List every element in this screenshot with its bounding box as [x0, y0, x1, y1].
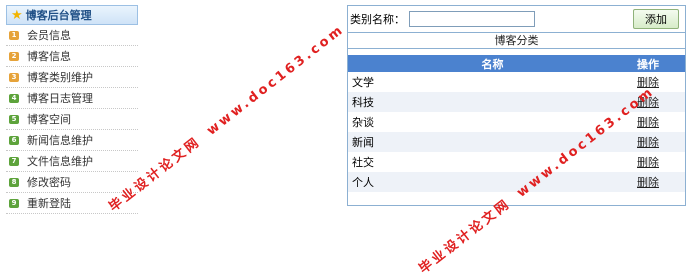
category-name-cell: 科技 — [348, 92, 637, 112]
sidebar-menu: 1 会员信息 2 博客信息 3 博客类别维护 4 博客日志管理 5 博客空间 6 新闻信息维护 7 文件信… — [6, 25, 138, 214]
sidebar-title: 博客后台管理 — [25, 9, 92, 22]
category-table: 名称 操作 文学 删除 科技 删除 杂谈 删除 新闻 删除 社交 删除 个人 删除 — [348, 55, 685, 192]
star-icon: ★ — [11, 7, 23, 23]
number-badge-icon: 5 — [9, 114, 19, 124]
sidebar-header: ★ 博客后台管理 — [6, 5, 138, 25]
sidebar-item-label: 文件信息维护 — [27, 155, 93, 168]
column-header-name: 名称 — [348, 55, 637, 72]
sidebar-item-label: 修改密码 — [27, 176, 71, 189]
sidebar-item[interactable]: 2 博客信息 — [6, 46, 138, 67]
category-name-input[interactable] — [409, 11, 535, 27]
sidebar: ★ 博客后台管理 1 会员信息 2 博客信息 3 博客类别维护 4 博客日志管理 5 博客空间 6 新… — [6, 5, 138, 214]
action-cell: 删除 — [637, 112, 685, 132]
delete-link[interactable]: 删除 — [637, 176, 659, 189]
sidebar-item[interactable]: 5 博客空间 — [6, 109, 138, 130]
table-row: 社交 删除 — [348, 152, 685, 172]
sidebar-item[interactable]: 3 博客类别维护 — [6, 67, 138, 88]
delete-link[interactable]: 删除 — [637, 156, 659, 169]
add-button[interactable]: 添加 — [633, 9, 679, 29]
category-name-cell: 社交 — [352, 156, 374, 169]
sidebar-item-label: 会员信息 — [27, 29, 71, 42]
category-name-label: 类别名称： — [350, 13, 405, 26]
add-category-bar: 类别名称： 添加 — [348, 6, 685, 32]
column-header-action: 操作 — [637, 55, 685, 72]
number-badge-icon: 2 — [9, 51, 19, 61]
sidebar-item[interactable]: 7 文件信息维护 — [6, 151, 138, 172]
number-badge-icon: 9 — [9, 198, 19, 208]
number-badge-icon: 4 — [9, 93, 19, 103]
number-badge-icon: 6 — [9, 135, 19, 145]
number-badge-icon: 1 — [9, 30, 19, 40]
watermark-text: 毕业设计论文网 — [416, 196, 514, 277]
sidebar-item-label: 博客空间 — [27, 113, 71, 126]
action-cell: 删除 — [637, 152, 685, 172]
table-row: 杂谈 删除 — [348, 112, 685, 132]
delete-link[interactable]: 删除 — [637, 116, 659, 129]
table-caption: 博客分类 — [348, 32, 685, 49]
action-cell: 删除 — [637, 172, 685, 192]
number-badge-icon: 7 — [9, 156, 19, 166]
delete-link[interactable]: 删除 — [637, 136, 659, 149]
sidebar-item-label: 重新登陆 — [27, 197, 71, 210]
watermark-url: www.doc163.com — [204, 21, 348, 139]
sidebar-item[interactable]: 1 会员信息 — [6, 25, 138, 46]
sidebar-item-label: 新闻信息维护 — [27, 134, 93, 147]
sidebar-item[interactable]: 6 新闻信息维护 — [6, 130, 138, 151]
table-header-row: 名称 操作 — [348, 55, 685, 72]
watermark: 毕业设计论文网www.doc163.com — [104, 19, 348, 215]
action-cell: 删除 — [637, 132, 685, 152]
category-name-cell: 文学 — [352, 76, 374, 89]
number-badge-icon: 8 — [9, 177, 19, 187]
table-row: 新闻 删除 — [348, 132, 685, 152]
number-badge-icon: 3 — [9, 72, 19, 82]
category-name-cell: 个人 — [348, 172, 637, 192]
sidebar-item-label: 博客日志管理 — [27, 92, 93, 105]
sidebar-item-label: 博客类别维护 — [27, 71, 93, 84]
sidebar-item-label: 博客信息 — [27, 50, 71, 63]
sidebar-item[interactable]: 4 博客日志管理 — [6, 88, 138, 109]
